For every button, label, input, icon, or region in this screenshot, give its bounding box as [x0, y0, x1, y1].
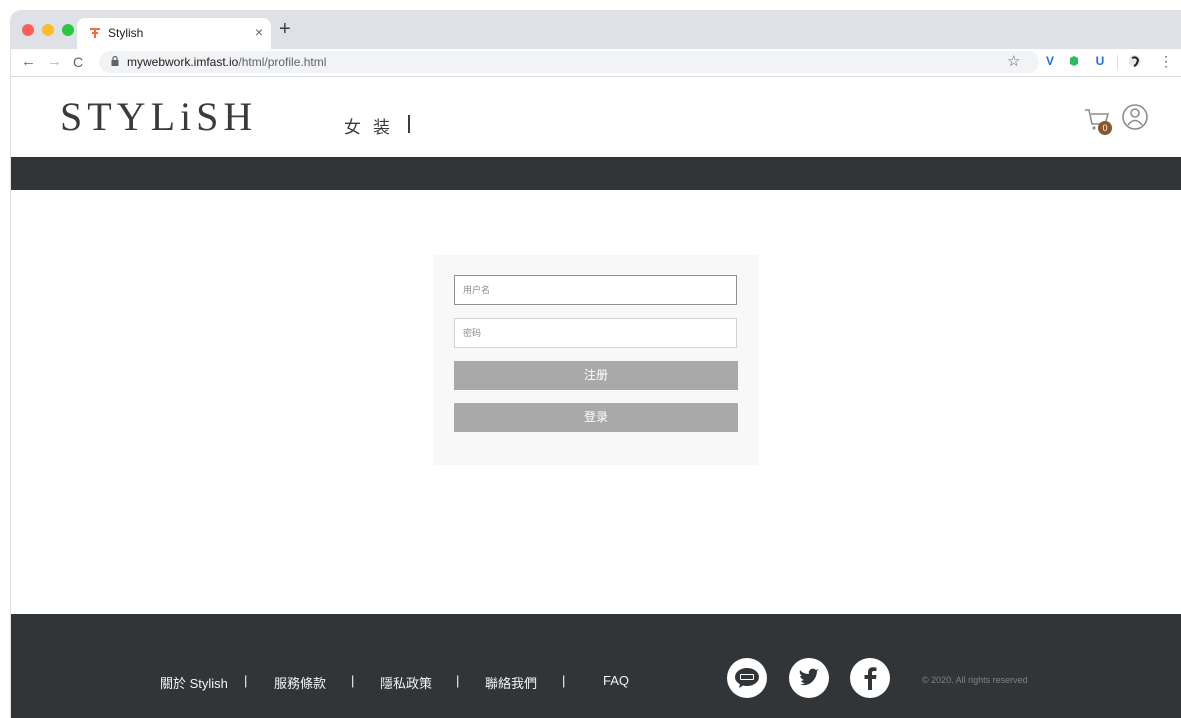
extension-v-icon[interactable]: V — [1043, 54, 1057, 68]
footer-separator: | — [456, 673, 460, 688]
nav-divider — [408, 115, 410, 133]
minimize-window-button[interactable] — [42, 24, 54, 36]
maximize-window-button[interactable] — [62, 24, 74, 36]
username-input[interactable] — [454, 275, 737, 305]
tab-strip: Stylish × + — [11, 11, 1181, 49]
back-icon[interactable]: ← — [21, 53, 36, 70]
url-text: mywebwork.imfast.io/html/profile.html — [127, 55, 326, 69]
login-button[interactable]: 登录 — [454, 403, 738, 432]
new-tab-button[interactable]: + — [279, 19, 291, 39]
forward-icon[interactable]: → — [47, 53, 62, 70]
stylish-favicon-icon — [90, 28, 100, 38]
stylish-logo[interactable]: STYLiSH — [60, 93, 257, 140]
password-input[interactable] — [454, 318, 737, 348]
footer-link-about[interactable]: 關於 Stylish — [160, 673, 228, 692]
address-bar[interactable]: mywebwork.imfast.io/html/profile.html — [99, 51, 1039, 73]
toolbar-divider — [1117, 55, 1118, 69]
footer-link-faq[interactable]: FAQ — [603, 673, 629, 688]
nav-women[interactable]: 女装 — [344, 113, 402, 138]
register-button[interactable]: 注册 — [454, 361, 738, 390]
login-form: 注册 登录 — [433, 255, 759, 465]
member-icon[interactable] — [1121, 103, 1149, 131]
url-path: /html/profile.html — [238, 55, 327, 69]
footer-separator: | — [244, 673, 248, 688]
tab-close-icon[interactable]: × — [255, 24, 263, 40]
footer-link-privacy[interactable]: 隱私政策 — [380, 673, 432, 692]
profile-avatar-icon[interactable] — [1128, 54, 1142, 68]
tab-title: Stylish — [108, 26, 144, 40]
footer-link-terms[interactable]: 服務條款 — [274, 673, 326, 692]
line-icon[interactable] — [726, 657, 768, 699]
close-window-button[interactable] — [22, 24, 34, 36]
cart-count-badge: 0 — [1098, 121, 1112, 135]
twitter-icon[interactable] — [788, 657, 830, 699]
footer-link-contact[interactable]: 聯絡我們 — [485, 673, 537, 692]
footer-separator: | — [351, 673, 355, 688]
facebook-icon[interactable] — [849, 657, 891, 699]
evernote-extension-icon[interactable] — [1067, 54, 1081, 68]
browser-toolbar: ← → C mywebwork.imfast.io/html/profile.h… — [11, 49, 1181, 77]
copyright-text: © 2020. All rights reserved — [922, 675, 1028, 685]
lock-icon — [111, 56, 119, 66]
browser-tab[interactable]: Stylish × — [77, 18, 271, 49]
url-host: mywebwork.imfast.io — [127, 55, 239, 69]
browser-window: Stylish × + ← → C mywebwork.imfast.io/ht… — [11, 11, 1181, 718]
bookmark-star-icon[interactable]: ☆ — [1007, 52, 1020, 70]
site-header: STYLiSH 女装 0 — [11, 77, 1181, 157]
site-footer: 關於 Stylish | 服務條款 | 隱私政策 | 聯絡我們 | FAQ © … — [11, 614, 1181, 718]
extension-u-icon[interactable]: U — [1093, 54, 1107, 68]
category-bar — [11, 157, 1181, 190]
footer-separator: | — [562, 673, 566, 688]
chrome-menu-icon[interactable]: ⋮ — [1159, 53, 1173, 70]
reload-icon[interactable]: C — [73, 54, 83, 70]
